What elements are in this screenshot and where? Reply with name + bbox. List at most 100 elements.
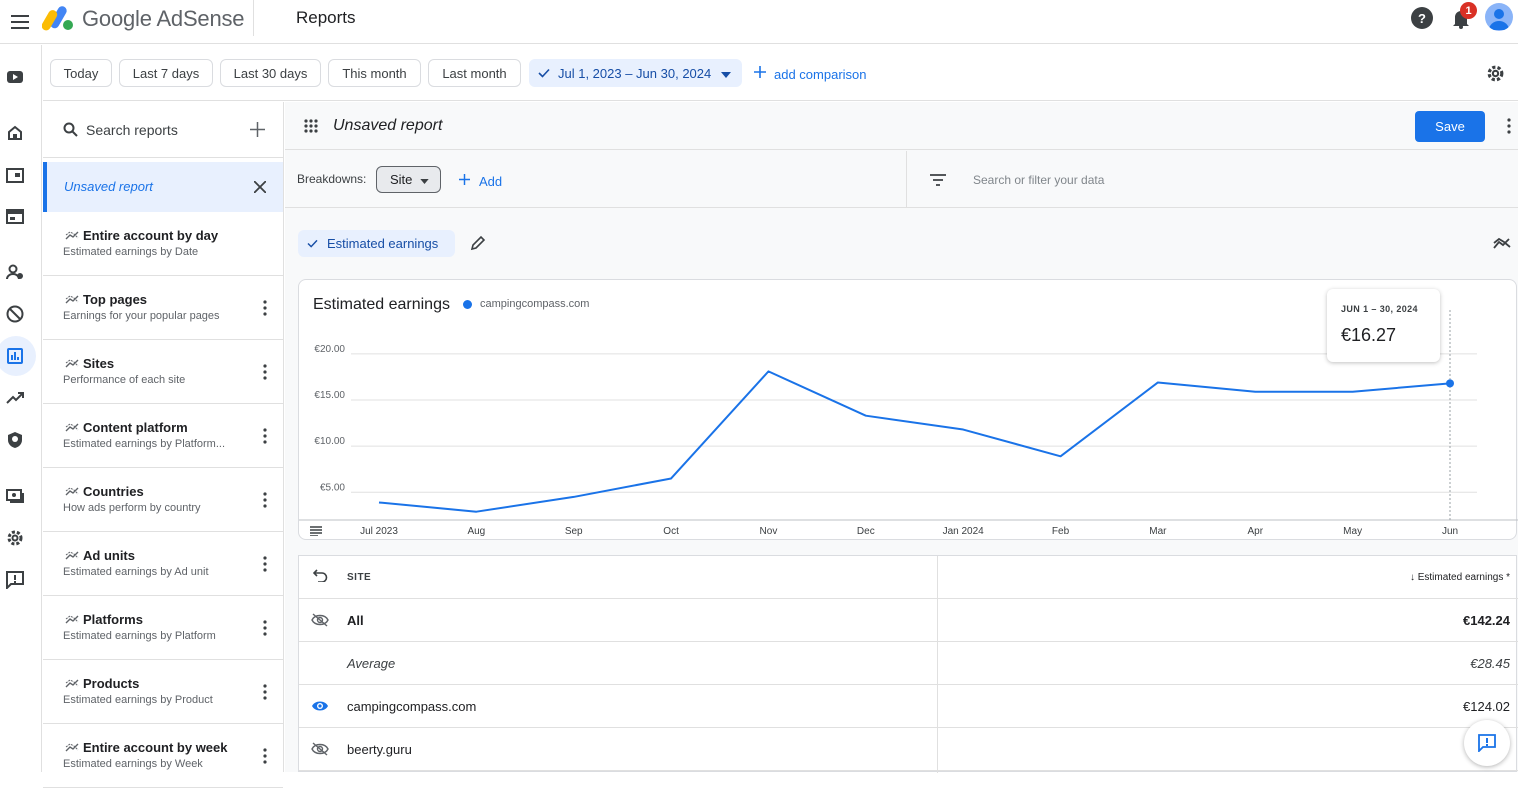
column-header-earnings[interactable]: ↓ Estimated earnings * <box>1410 572 1510 583</box>
filter-search-input[interactable]: Search or filter your data <box>973 173 1104 187</box>
report-item-menu-icon[interactable] <box>263 556 267 572</box>
report-list-item[interactable]: Top pages Earnings for your popular pages <box>43 276 283 340</box>
filter-icon[interactable] <box>930 173 946 191</box>
x-tick-label: May <box>1343 526 1362 537</box>
report-item-title: Top pages <box>83 292 148 307</box>
report-item-menu-icon[interactable] <box>263 748 267 764</box>
report-item-menu-icon[interactable] <box>263 620 267 636</box>
report-item-menu-icon[interactable] <box>263 364 267 380</box>
column-header-site[interactable]: SITE <box>347 572 371 583</box>
table-row[interactable]: Average €28.45 <box>299 642 1518 685</box>
table-row[interactable]: beerty.guru <box>299 728 1518 771</box>
feedback-icon[interactable] <box>4 569 26 591</box>
report-type-icon <box>65 227 79 240</box>
active-report-item[interactable]: Unsaved report <box>43 162 283 212</box>
report-list-item[interactable]: Ad units Estimated earnings by Ad unit <box>43 532 283 596</box>
report-item-subtitle: Performance of each site <box>63 374 186 386</box>
video-icon[interactable] <box>4 66 26 88</box>
y-tick-label: €15.00 <box>314 390 345 401</box>
avatar[interactable] <box>1485 3 1513 31</box>
report-type-icon <box>65 291 79 304</box>
chart-table-toggle-icon[interactable] <box>310 523 322 541</box>
feedback-fab[interactable] <box>1464 720 1510 766</box>
report-list-item[interactable]: Content platform Estimated earnings by Pl… <box>43 404 283 468</box>
block-icon[interactable] <box>4 303 26 325</box>
settings-gear-icon[interactable] <box>1486 64 1505 88</box>
tooltip-value: €16.27 <box>1341 325 1397 345</box>
visibility-icon[interactable] <box>311 699 329 717</box>
x-tick-label: Oct <box>663 526 679 537</box>
add-report-icon[interactable] <box>250 122 265 142</box>
users-icon[interactable] <box>4 261 26 283</box>
report-item-menu-icon[interactable] <box>263 684 267 700</box>
preset-last-7-days[interactable]: Last 7 days <box>119 59 213 87</box>
report-item-subtitle: Estimated earnings by Ad unit <box>63 566 209 578</box>
breakdown-site-label: Site <box>390 172 413 187</box>
left-nav-rail <box>0 45 42 772</box>
help-icon[interactable]: ? <box>1411 7 1433 29</box>
ads-icon[interactable] <box>4 164 26 186</box>
preset-today[interactable]: Today <box>50 59 112 87</box>
sites-icon[interactable] <box>4 205 26 227</box>
chart-type-icon[interactable] <box>1493 236 1511 254</box>
tooltip-label: JUN 1 – 30, 2024 <box>1341 304 1418 314</box>
add-breakdown-button[interactable]: Add <box>459 172 502 190</box>
estimated-earnings-metric-chip[interactable]: Estimated earnings <box>298 230 455 257</box>
report-list-item[interactable]: Platforms Estimated earnings by Platform <box>43 596 283 660</box>
trending-icon[interactable] <box>4 387 26 409</box>
series-line[interactable] <box>378 370 1451 513</box>
preset-last-30-days[interactable]: Last 30 days <box>220 59 321 87</box>
settings-icon[interactable] <box>4 527 26 549</box>
visibility-off-icon[interactable] <box>311 613 329 632</box>
report-list-item[interactable]: Countries How ads perform by country <box>43 468 283 532</box>
hover-point[interactable] <box>1446 379 1454 388</box>
visibility-off-icon[interactable] <box>311 742 329 761</box>
y-tick-label: €10.00 <box>314 436 345 447</box>
save-button[interactable]: Save <box>1415 111 1485 142</box>
search-reports-input[interactable]: Search reports <box>86 122 178 138</box>
site-cell: beerty.guru <box>347 742 412 757</box>
search-reports[interactable]: Search reports <box>43 102 283 158</box>
report-type-icon <box>65 547 79 560</box>
report-list-item[interactable]: Entire account by week Estimated earnings… <box>43 724 283 788</box>
report-list-item[interactable]: Products Estimated earnings by Product <box>43 660 283 724</box>
preset-last-month[interactable]: Last month <box>428 59 521 87</box>
report-list-item[interactable]: Entire account by day Estimated earnings … <box>43 212 283 276</box>
add-comparison-button[interactable]: add comparison <box>754 65 867 83</box>
x-tick-label: Jan 2024 <box>943 526 985 537</box>
adsense-logo-icon[interactable] <box>41 3 76 33</box>
report-item-subtitle: Estimated earnings by Date <box>63 246 199 258</box>
edit-pencil-icon[interactable] <box>470 235 486 256</box>
table-header: SITE ↓ Estimated earnings * <box>299 556 1518 599</box>
undo-icon[interactable] <box>312 569 328 587</box>
report-title[interactable]: Unsaved report <box>333 117 442 135</box>
apps-grid-icon[interactable] <box>304 119 318 138</box>
report-item-subtitle: Estimated earnings by Platform <box>63 630 216 642</box>
privacy-shield-icon[interactable] <box>4 429 26 451</box>
payments-icon[interactable] <box>4 485 26 507</box>
report-item-title: Content platform <box>83 420 188 435</box>
report-item-title: Entire account by day <box>83 228 219 243</box>
report-type-icon <box>65 483 79 496</box>
home-icon[interactable] <box>4 122 26 144</box>
caret-down-icon <box>721 66 732 81</box>
reports-icon[interactable] <box>4 345 26 367</box>
table-row[interactable]: campingcompass.com €124.02 <box>299 685 1518 728</box>
report-list-item[interactable]: Sites Performance of each site <box>43 340 283 404</box>
table-row[interactable]: All €142.24 <box>299 599 1518 642</box>
report-item-title: Entire account by week <box>83 740 228 755</box>
date-range-selector[interactable]: Jul 1, 2023 – Jun 30, 2024 <box>529 59 742 87</box>
app-brand[interactable]: Google AdSense <box>82 6 245 32</box>
close-icon[interactable] <box>253 180 267 198</box>
more-options-icon[interactable] <box>1507 118 1511 139</box>
report-item-menu-icon[interactable] <box>263 492 267 508</box>
earnings-cell: €124.02 <box>1463 699 1510 714</box>
x-tick-label: Dec <box>857 526 875 537</box>
preset-this-month[interactable]: This month <box>328 59 421 87</box>
breakdown-site-chip[interactable]: Site <box>376 166 441 193</box>
menu-icon[interactable] <box>6 8 34 36</box>
report-item-menu-icon[interactable] <box>263 300 267 316</box>
report-item-title: Products <box>83 676 140 691</box>
report-item-menu-icon[interactable] <box>263 428 267 444</box>
report-item-subtitle: How ads perform by country <box>63 502 201 514</box>
